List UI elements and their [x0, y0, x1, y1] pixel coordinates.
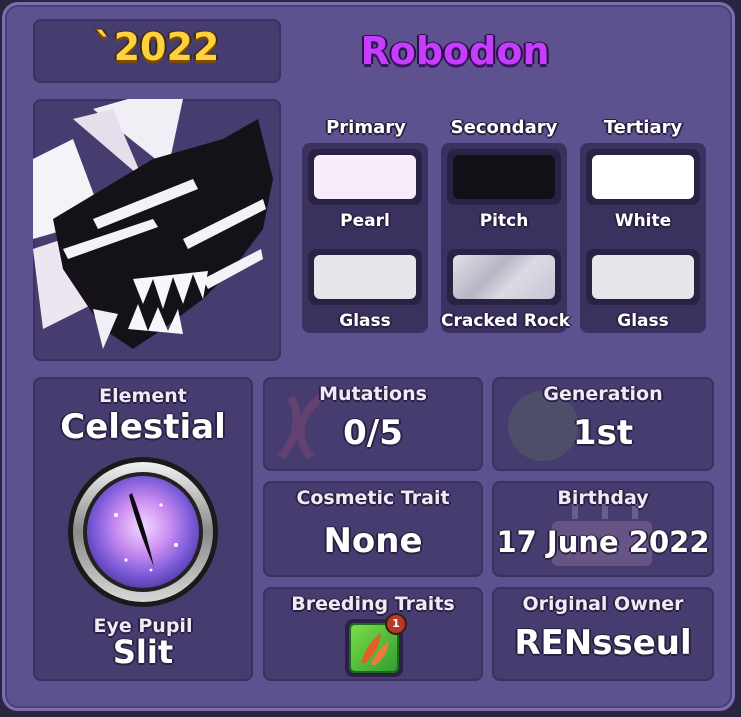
swatch-slot[interactable] — [308, 149, 422, 205]
swatch-slot[interactable] — [447, 149, 561, 205]
primary-colors: Pearl Glass — [302, 143, 428, 333]
breeding-label: Breeding Traits — [291, 593, 455, 615]
breeding-panel: Breeding Traits 1 — [263, 587, 483, 681]
year-badge: `2022 — [33, 19, 281, 83]
cosmetic-value: None — [323, 521, 423, 561]
element-label: Element — [99, 385, 187, 407]
birthday-label: Birthday — [557, 487, 649, 509]
owner-value: RENsseul — [514, 623, 692, 663]
element-value: Celestial — [60, 407, 226, 447]
generation-panel: Generation 1st — [492, 377, 714, 471]
mutations-label: Mutations — [319, 383, 427, 405]
generation-label: Generation — [543, 383, 663, 405]
breeding-badge: 1 — [387, 615, 405, 633]
year-text: `2022 — [94, 25, 220, 69]
tertiary-swatch — [592, 155, 694, 199]
primary-material-swatch — [314, 255, 416, 299]
secondary-material-swatch — [453, 255, 555, 299]
secondary-header: Secondary — [450, 117, 558, 138]
swatch-slot[interactable] — [586, 249, 700, 305]
element-panel: Element Celestial Eye Pupil Slit — [33, 377, 253, 681]
owner-label: Original Owner — [522, 593, 684, 615]
creature-name: Robodon — [360, 29, 550, 73]
generation-value: 1st — [572, 413, 634, 453]
tertiary-colors: White Glass — [580, 143, 706, 333]
creature-info-card: `2022 Robodon Primary Secondary Tertiary — [2, 2, 735, 711]
tertiary-header: Tertiary — [603, 117, 683, 138]
dragon-portrait — [33, 99, 273, 349]
primary-header: Primary — [326, 117, 406, 138]
primary-swatch — [314, 155, 416, 199]
eye-pupil-value: Slit — [112, 633, 174, 671]
secondary-swatch — [453, 155, 555, 199]
primary-material-name: Glass — [339, 311, 391, 331]
secondary-colors: Pitch Cracked Rock — [441, 143, 571, 333]
swatch-slot[interactable] — [308, 249, 422, 305]
birthday-panel: Birthday 17 June 2022 — [492, 481, 714, 577]
secondary-color-name: Pitch — [479, 211, 529, 231]
mutations-value: 0/5 — [343, 413, 403, 453]
breeding-trait-icon[interactable]: 1 — [345, 615, 405, 677]
swatch-slot[interactable] — [447, 249, 561, 305]
primary-color-name: Pearl — [340, 211, 390, 231]
owner-panel: Original Owner RENsseul — [492, 587, 714, 681]
celestial-eye-icon — [68, 457, 218, 607]
birthday-value: 17 June 2022 — [496, 525, 710, 559]
creature-portrait — [33, 99, 281, 361]
cosmetic-label: Cosmetic Trait — [296, 487, 450, 509]
tertiary-color-name: White — [614, 211, 672, 231]
tertiary-material-swatch — [592, 255, 694, 299]
swatch-slot[interactable] — [586, 149, 700, 205]
cosmetic-panel: Cosmetic Trait None — [263, 481, 483, 577]
tertiary-material-name: Glass — [617, 311, 669, 331]
mutations-panel: Mutations 0/5 — [263, 377, 483, 471]
secondary-material-name: Cracked Rock — [441, 311, 571, 331]
